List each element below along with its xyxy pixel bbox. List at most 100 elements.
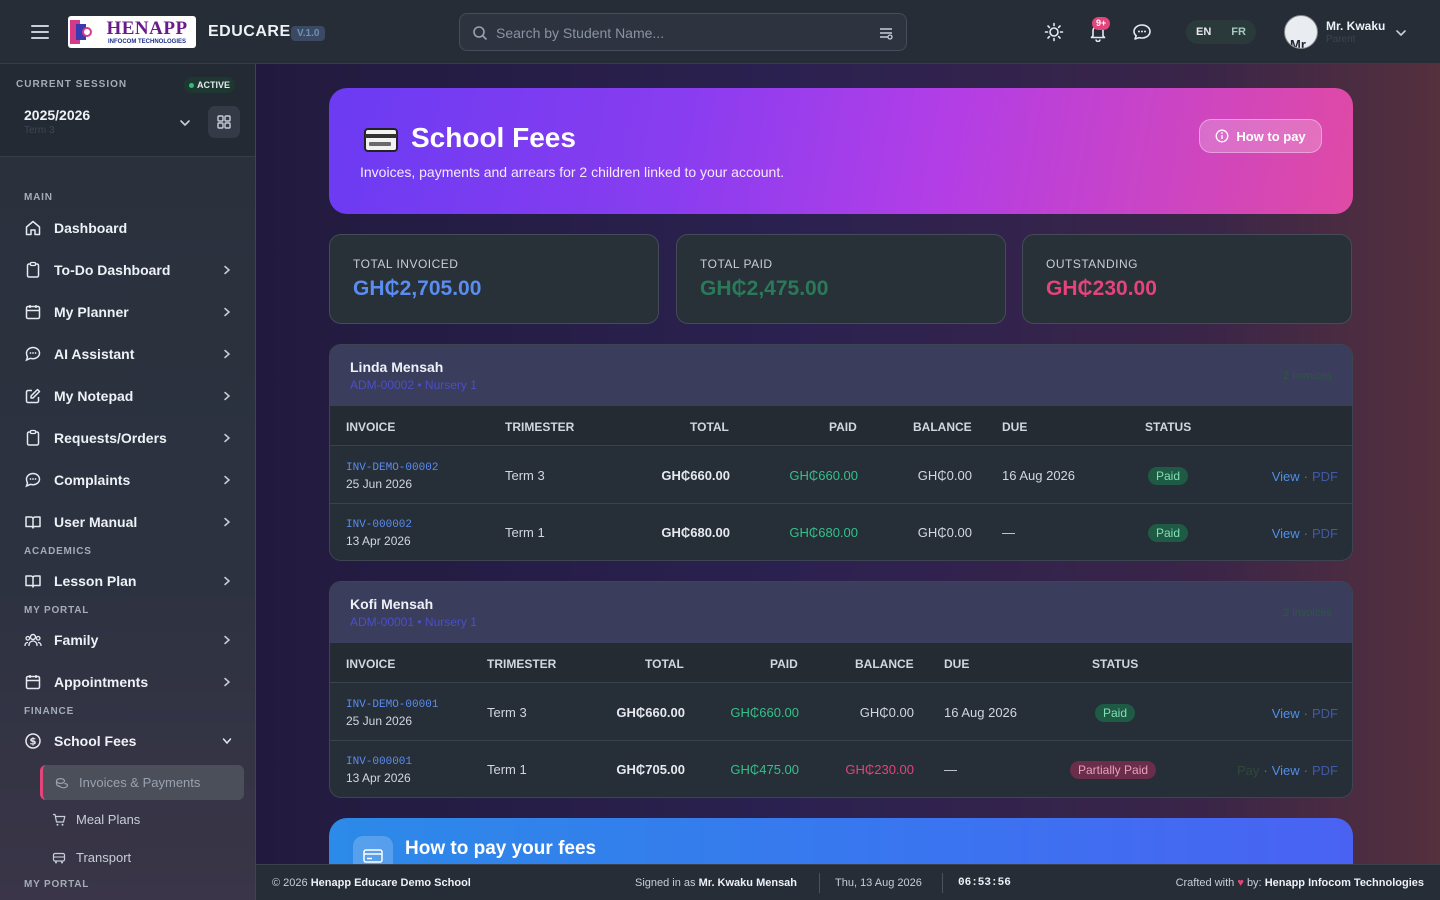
view-link[interactable]: View — [1272, 706, 1300, 721]
how-to-pay-button[interactable]: How to pay — [1199, 119, 1322, 153]
stat-value: GH₵2,705.00 — [353, 277, 482, 300]
status-badge: Paid — [1095, 704, 1136, 722]
col-status: STATUS — [1145, 420, 1192, 434]
invoice-date: 25 Jun 2026 — [346, 477, 413, 491]
stat-label: TOTAL INVOICED — [353, 257, 459, 271]
svg-text:$: $ — [30, 737, 37, 748]
status-badge: ACTIVE — [184, 77, 236, 93]
invoice-number[interactable]: INV-DEMO-00001 — [346, 699, 438, 711]
child-name: Linda Mensah — [350, 359, 444, 375]
notification-badge: 9+ — [1092, 17, 1111, 30]
sidebar-item-notepad[interactable]: My Notepad — [24, 384, 240, 408]
bus-icon — [52, 852, 66, 863]
balance-cell: GH₵0.00 — [917, 468, 972, 483]
sidebar-item-dashboard[interactable]: Dashboard — [24, 216, 240, 240]
total-cell: GH₵660.00 — [616, 705, 685, 720]
sidebar-item-planner[interactable]: My Planner — [24, 300, 240, 324]
sidebar-item-complaints[interactable]: Complaints — [24, 468, 240, 492]
page-title: School Fees — [411, 122, 576, 153]
sidebar-item-requests[interactable]: Requests/Orders — [24, 426, 240, 450]
session-year: 2025/2026 — [24, 107, 91, 123]
status-badge: Paid — [1148, 467, 1189, 485]
pdf-link[interactable]: PDF — [1312, 763, 1338, 778]
footer-clock: 06:53:56 — [958, 877, 1011, 889]
chat-bubble-icon — [25, 346, 41, 362]
lang-fr-button[interactable]: FR — [1231, 26, 1246, 38]
sidebar-subitem-invoices[interactable]: Invoices & Payments — [40, 765, 244, 800]
pdf-link[interactable]: PDF — [1312, 526, 1338, 541]
view-link[interactable]: View — [1272, 763, 1300, 778]
col-trimester: TRIMESTER — [505, 420, 575, 434]
version-badge: V.1.0 — [291, 26, 326, 41]
student-search[interactable] — [459, 13, 907, 51]
invoice-number[interactable]: INV-000002 — [346, 519, 412, 531]
session-selector[interactable]: CURRENT SESSION ACTIVE 2025/2026 Term 3 — [0, 64, 255, 157]
henapp-logo[interactable]: HENAPP INFOCOM TECHNOLOGIES — [68, 16, 196, 48]
chat-icon[interactable] — [1132, 22, 1152, 42]
language-switch[interactable]: EN FR — [1186, 20, 1256, 44]
sidebar-item-lesson-plan[interactable]: Lesson Plan — [24, 569, 240, 593]
invoice-date: 25 Jun 2026 — [346, 714, 413, 728]
grid-icon — [217, 115, 231, 129]
home-icon — [25, 220, 41, 236]
col-balance: BALANCE — [913, 420, 972, 434]
table-header: INVOICE TRIMESTER TOTAL PAID BALANCE DUE… — [330, 406, 1352, 446]
nav-heading-academics: ACADEMICS — [24, 546, 92, 557]
balance-cell: GH₵230.00 — [845, 762, 914, 777]
invoice-number[interactable]: INV-000001 — [346, 756, 412, 768]
filter-icon[interactable] — [878, 25, 894, 41]
balance-cell: GH₵0.00 — [859, 705, 914, 720]
chevron-right-icon — [224, 265, 231, 275]
sidebar-subitem-transport[interactable]: Transport — [40, 840, 244, 875]
chevron-down-icon[interactable] — [178, 116, 192, 130]
due-cell: — — [1002, 525, 1015, 540]
trimester-cell: Term 3 — [487, 705, 527, 720]
user-name[interactable]: Mr. Kwaku — [1326, 19, 1385, 33]
users-icon — [24, 633, 42, 646]
pdf-link[interactable]: PDF — [1312, 469, 1338, 484]
dollar-circle-icon: $ — [25, 733, 41, 749]
sidebar-item-school-fees[interactable]: $ School Fees — [24, 729, 240, 753]
pdf-link[interactable]: PDF — [1312, 706, 1338, 721]
book-icon — [25, 575, 41, 588]
clipboard-icon — [26, 429, 40, 446]
sidebar-item-appointments[interactable]: Appointments — [24, 670, 240, 694]
menu-toggle-icon[interactable] — [30, 22, 50, 42]
col-total: TOTAL — [690, 420, 729, 434]
sun-icon[interactable] — [1044, 22, 1064, 42]
child-invoices-card: Linda Mensah ADM-00002 • Nursery 1 2 inv… — [329, 344, 1353, 561]
sidebar-item-family[interactable]: Family — [24, 628, 240, 652]
search-input[interactable] — [496, 23, 866, 43]
lang-en-button[interactable]: EN — [1196, 26, 1211, 38]
calendar-icon — [25, 675, 41, 690]
chevron-right-icon — [224, 433, 231, 443]
due-cell: — — [944, 762, 957, 777]
fees-hero-banner: School Fees Invoices, payments and arrea… — [329, 88, 1353, 214]
table-row: INV-DEMO-00001 25 Jun 2026 Term 3 GH₵660… — [330, 684, 1352, 741]
sidebar-item-todo[interactable]: To-Do Dashboard — [24, 258, 240, 282]
view-link[interactable]: View — [1272, 469, 1300, 484]
apps-grid-button[interactable] — [208, 106, 240, 138]
sidebar-subitem-meal-plans[interactable]: Meal Plans — [40, 802, 244, 837]
col-balance: BALANCE — [855, 657, 914, 671]
stat-card-outstanding: OUTSTANDING GH₵230.00 — [1022, 234, 1352, 324]
row-actions: View · PDF — [1271, 469, 1338, 484]
sidebar-item-user-manual[interactable]: User Manual — [24, 510, 240, 534]
chevron-right-icon — [224, 517, 231, 527]
cart-icon — [53, 813, 66, 826]
heart-icon: ♥ — [1237, 877, 1244, 889]
chevron-down-icon[interactable] — [1394, 26, 1408, 40]
sidebar-item-ai-assistant[interactable]: AI Assistant — [24, 342, 240, 366]
footer-credits: Crafted with ♥ by: Henapp Infocom Techno… — [1175, 877, 1424, 889]
view-link[interactable]: View — [1272, 526, 1300, 541]
balance-cell: GH₵0.00 — [917, 525, 972, 540]
trimester-cell: Term 1 — [487, 762, 527, 777]
invoice-number[interactable]: INV-DEMO-00002 — [346, 462, 438, 474]
table-row: INV-000001 13 Apr 2026 Term 1 GH₵705.00 … — [330, 741, 1352, 797]
pay-link[interactable]: Pay — [1237, 763, 1259, 778]
paid-cell: GH₵680.00 — [789, 525, 858, 540]
book-icon — [25, 516, 41, 529]
user-role: Parent — [1326, 34, 1356, 45]
avatar[interactable]: Mr — [1284, 15, 1318, 49]
stat-card-total-paid: TOTAL PAID GH₵2,475.00 — [676, 234, 1006, 324]
